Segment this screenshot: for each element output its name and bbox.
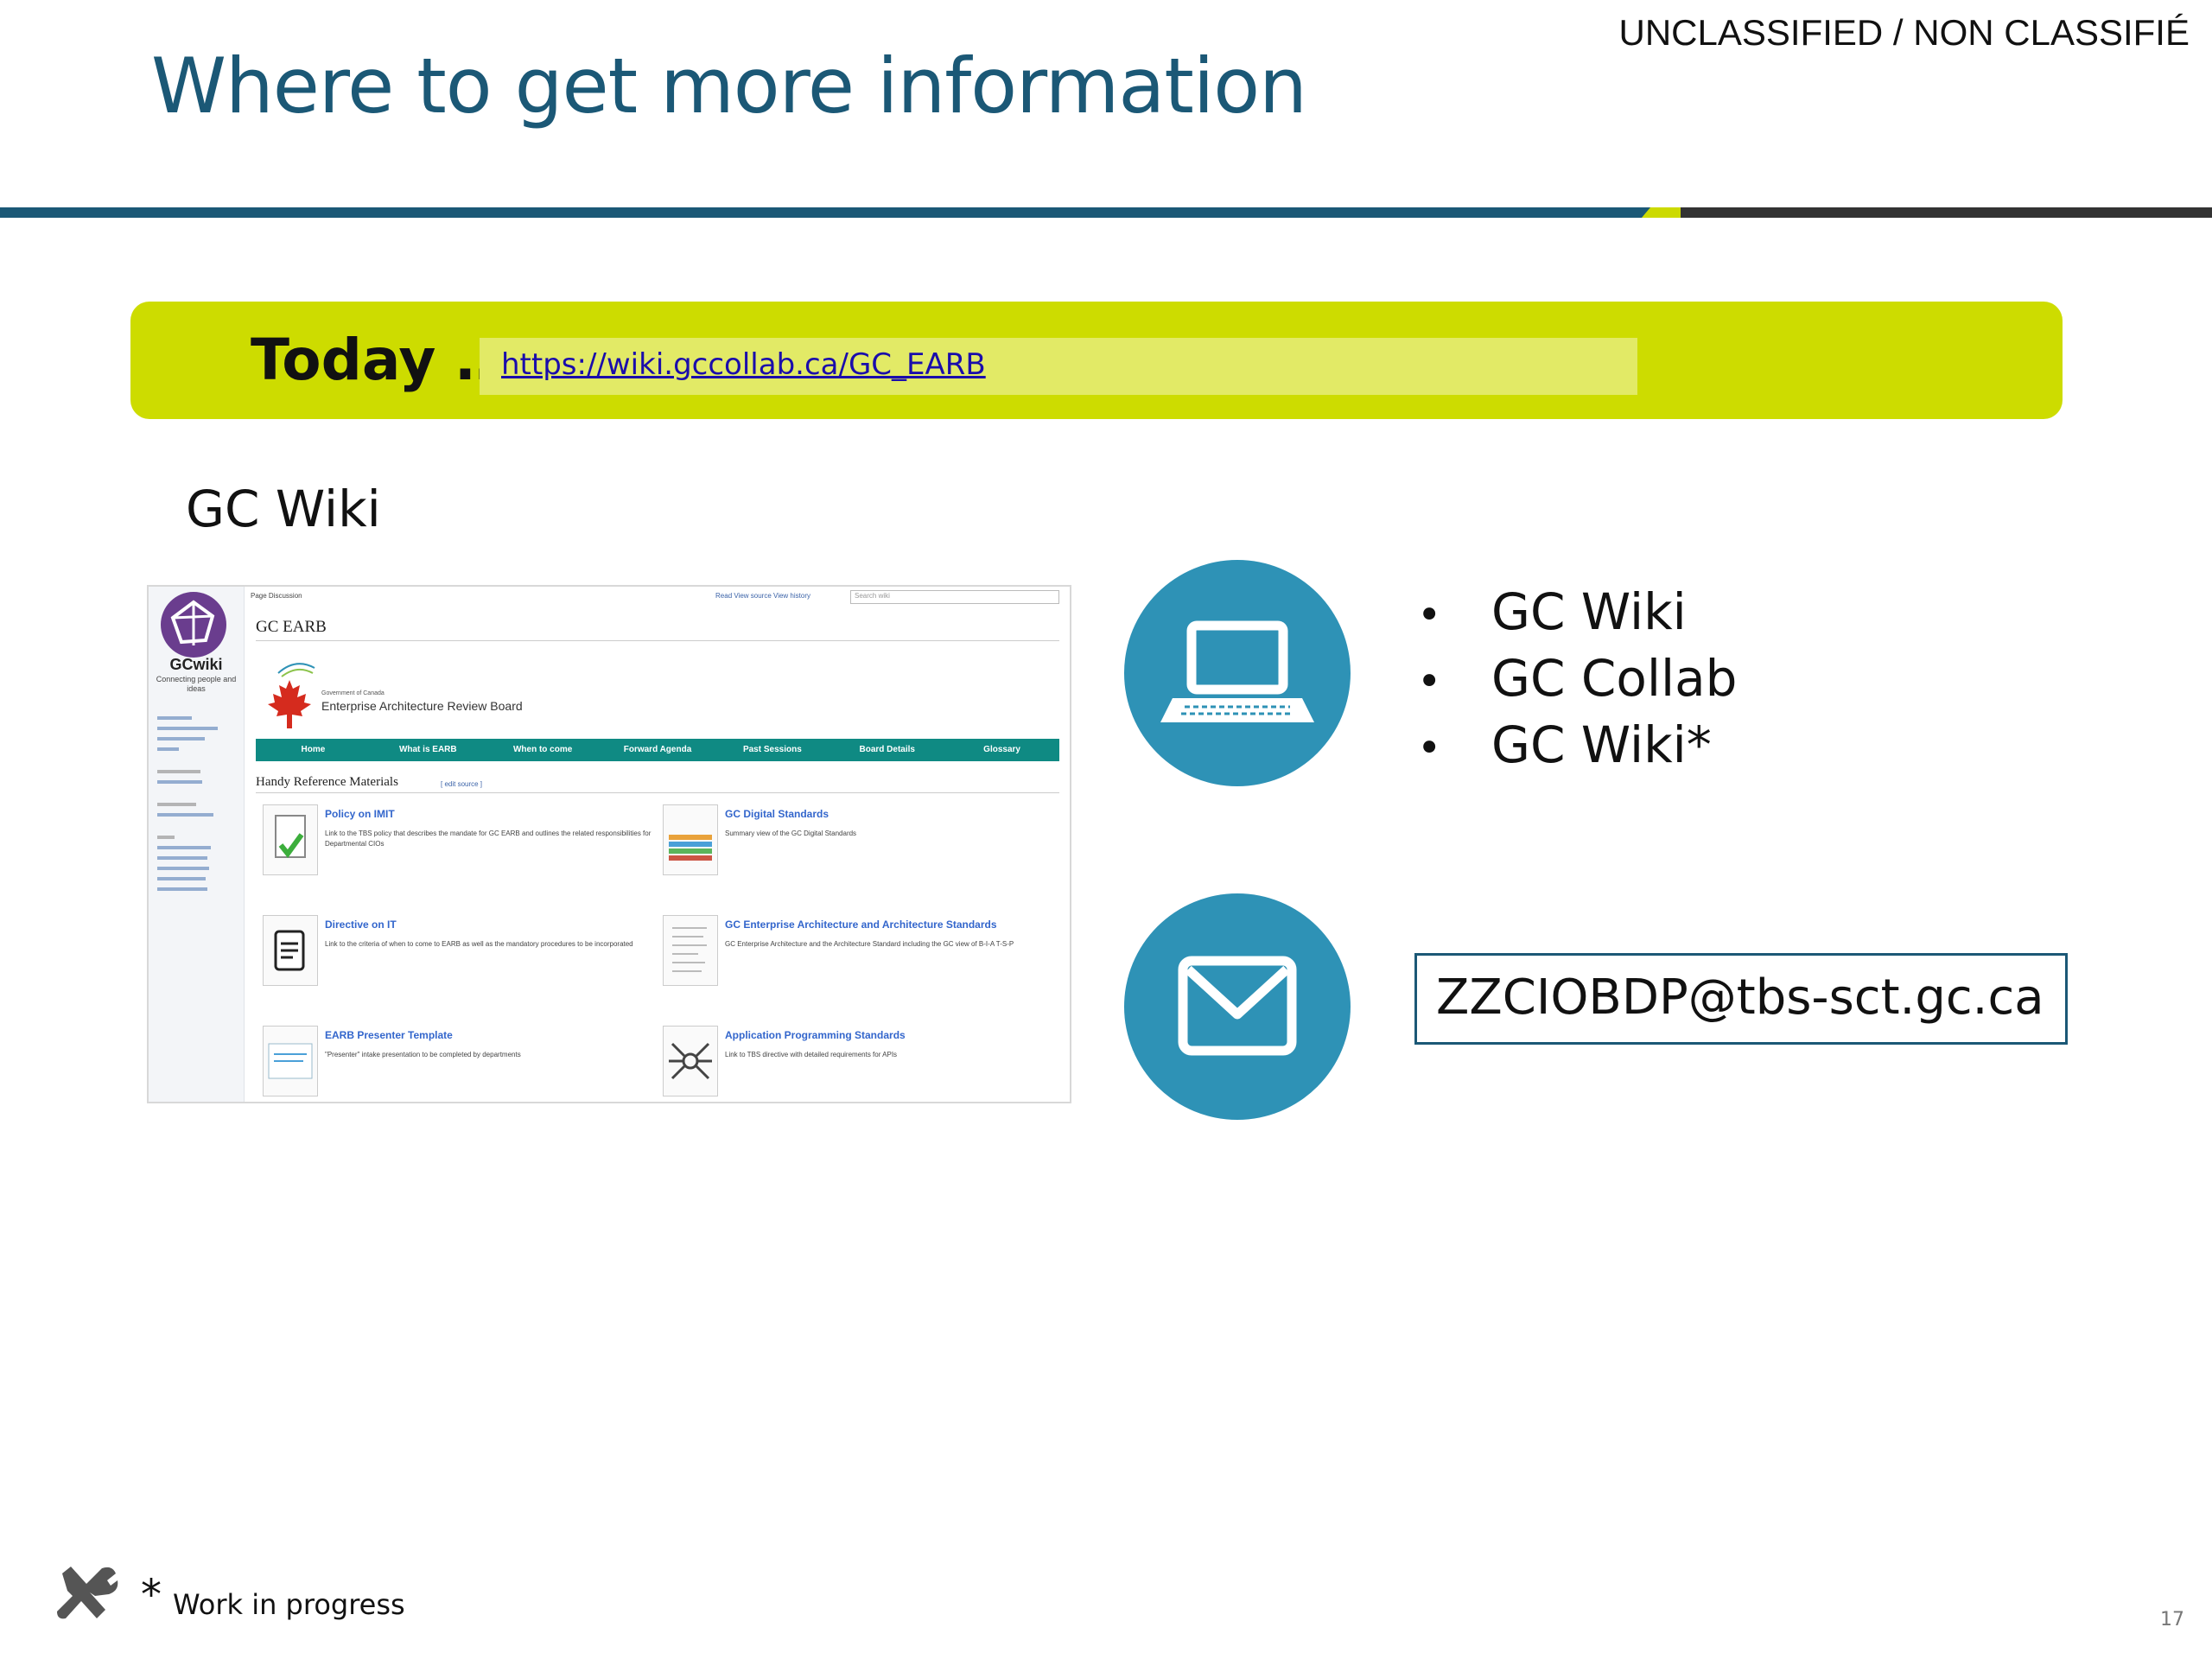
bullet-icon: • bbox=[1417, 591, 1442, 639]
wiki-view-tabs: Read View source View history bbox=[715, 592, 810, 600]
gcwiki-logo-text: GCwiki bbox=[169, 656, 223, 673]
section-label: GC Wiki bbox=[186, 480, 381, 538]
wiki-screenshot: GCwiki Connecting people and ideas Page … bbox=[147, 585, 1071, 1103]
wiki-nav-bar: Home What is EARB When to come Forward A… bbox=[256, 739, 1059, 761]
tools-icon bbox=[52, 1560, 121, 1629]
list-item: • GC Wiki bbox=[1417, 579, 1737, 645]
wiki-edit-link: [ edit source ] bbox=[441, 780, 483, 788]
gcwiki-tagline: Connecting people and ideas bbox=[156, 675, 237, 693]
sidebar-link bbox=[157, 737, 205, 741]
classification-label: UNCLASSIFIED / NON CLASSIFIÉ bbox=[1618, 12, 2190, 53]
sidebar-link bbox=[157, 856, 207, 860]
wiki-page-title: GC EARB bbox=[256, 618, 327, 636]
wiki-search-placeholder: Search wiki bbox=[855, 592, 890, 600]
wiki-gov-text: Government of Canada bbox=[321, 690, 385, 696]
sidebar-heading bbox=[157, 836, 175, 839]
list-item: • GC Collab bbox=[1417, 645, 1737, 712]
bullet-icon: • bbox=[1417, 724, 1442, 772]
wiki-nav-forward-agenda: Forward Agenda bbox=[623, 745, 692, 754]
resource-item: GC Wiki bbox=[1491, 582, 1687, 641]
asterisk-mark: * bbox=[141, 1571, 162, 1619]
wiki-card-title: GC Digital Standards bbox=[725, 808, 830, 820]
work-in-progress-note: Work in progress bbox=[173, 1588, 405, 1621]
wiki-nav-when-to-come: When to come bbox=[512, 745, 573, 754]
wiki-card-desc: "Presenter" intake presentation to be co… bbox=[325, 1051, 521, 1058]
wiki-card-title: Policy on IMIT bbox=[325, 808, 395, 820]
wiki-nav-glossary: Glossary bbox=[983, 745, 1020, 754]
contact-email[interactable]: ZZCIOBDP@tbs-sct.gc.ca bbox=[1436, 969, 2044, 1026]
template-thumbnail-icon bbox=[263, 1026, 318, 1096]
sidebar-heading bbox=[157, 770, 200, 773]
list-item: • GC Wiki* bbox=[1417, 712, 1737, 779]
document-thumbnail-icon bbox=[663, 915, 718, 986]
page-number: 17 bbox=[2160, 1609, 2184, 1630]
gc-earb-link[interactable]: https://wiki.gccollab.ca/GC_EARB bbox=[501, 347, 986, 382]
wiki-nav-board-details: Board Details bbox=[859, 745, 915, 754]
slide-title: Where to get more information bbox=[151, 41, 1307, 130]
wiki-board-name: Enterprise Architecture Review Board bbox=[321, 699, 523, 713]
wiki-card-title: EARB Presenter Template bbox=[325, 1029, 453, 1041]
api-network-icon bbox=[663, 1026, 718, 1096]
wiki-card-title: GC Enterprise Architecture and Architect… bbox=[725, 918, 997, 931]
sidebar-link bbox=[157, 813, 213, 817]
wiki-card-desc: Link to TBS directive with detailed requ… bbox=[725, 1051, 898, 1058]
wiki-search-input: Search wiki bbox=[850, 590, 1059, 604]
resource-item: GC Collab bbox=[1491, 649, 1738, 708]
wiki-nav-what-is-earb: What is EARB bbox=[398, 745, 457, 754]
sidebar-link bbox=[157, 727, 218, 730]
wiki-card-title: Application Programming Standards bbox=[725, 1029, 906, 1041]
wiki-nav-past-sessions: Past Sessions bbox=[742, 745, 802, 754]
sidebar-link bbox=[157, 780, 202, 784]
sidebar-link bbox=[157, 877, 206, 880]
wiki-card-desc: Link to the criteria of when to come to … bbox=[325, 940, 633, 948]
wiki-nav-home: Home bbox=[301, 745, 326, 754]
resource-list: • GC Wiki • GC Collab • GC Wiki* bbox=[1417, 579, 1737, 779]
chart-thumbnail-icon bbox=[663, 804, 718, 875]
laptop-icon bbox=[1124, 560, 1351, 786]
sidebar-link bbox=[157, 887, 207, 891]
wiki-sidebar: GCwiki Connecting people and ideas bbox=[149, 587, 245, 1102]
header-rule bbox=[0, 207, 1663, 218]
document-check-icon bbox=[263, 804, 318, 875]
resource-item: GC Wiki* bbox=[1491, 715, 1712, 774]
wiki-card-desc: GC Enterprise Architecture and the Archi… bbox=[725, 940, 1014, 948]
sidebar-heading bbox=[157, 803, 196, 806]
maple-leaf-icon bbox=[261, 654, 318, 732]
sidebar-link bbox=[157, 846, 211, 849]
today-label: Today … bbox=[251, 327, 513, 393]
sidebar-link bbox=[157, 867, 209, 870]
header-rule-dark bbox=[1681, 207, 2212, 218]
sidebar-link bbox=[157, 747, 179, 751]
wiki-section-heading: Handy Reference Materials bbox=[256, 775, 398, 789]
wiki-section-rule bbox=[256, 792, 1059, 793]
gcwiki-logo-icon bbox=[161, 592, 226, 658]
wiki-page-tabs: Page Discussion bbox=[251, 592, 302, 600]
document-edit-icon bbox=[263, 915, 318, 986]
wiki-card-desc: Summary view of the GC Digital Standards bbox=[725, 830, 857, 837]
sidebar-link bbox=[157, 716, 192, 720]
envelope-icon bbox=[1124, 893, 1351, 1120]
wiki-title-rule bbox=[256, 640, 1059, 641]
wiki-card-title: Directive on IT bbox=[325, 918, 397, 931]
wiki-card-desc: Link to the TBS policy that describes th… bbox=[325, 830, 652, 848]
bullet-icon: • bbox=[1417, 658, 1442, 706]
